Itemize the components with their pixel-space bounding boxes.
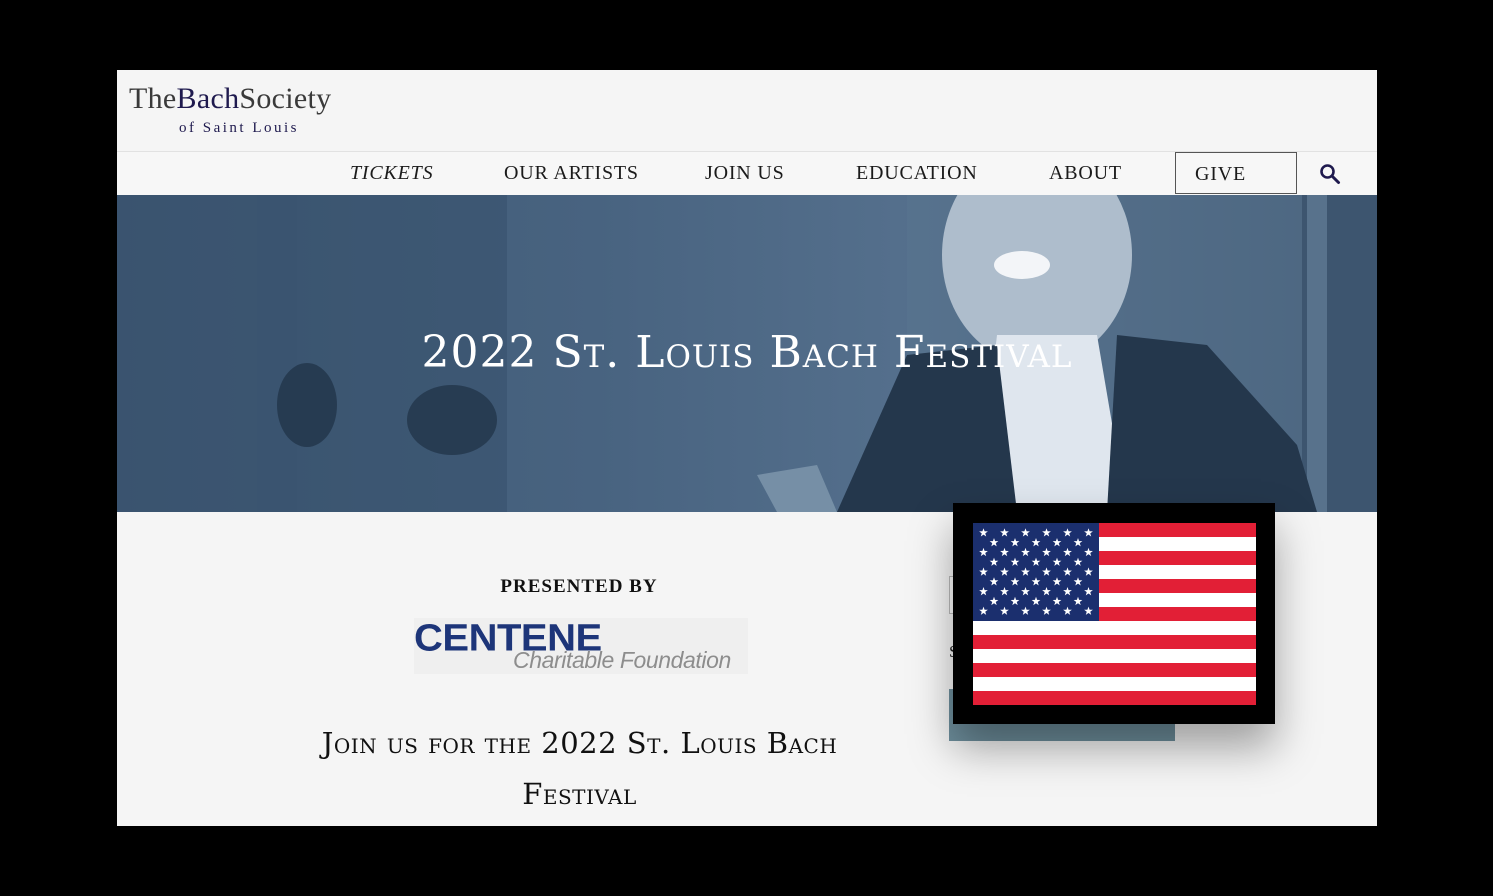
nav-item-our-artists[interactable]: OUR ARTISTS — [504, 152, 639, 195]
flag-overlay — [953, 503, 1275, 724]
main-navigation: TICKETS OUR ARTISTS JOIN US EDUCATION AB… — [117, 151, 1377, 196]
us-flag-icon — [973, 523, 1256, 705]
nav-item-about[interactable]: ABOUT — [1049, 152, 1122, 195]
flag-stripe — [973, 663, 1256, 677]
flag-stripe — [973, 635, 1256, 649]
hero-banner: 2022 St. Louis Bach Festival — [117, 195, 1377, 512]
logo-the: The — [129, 82, 177, 115]
nav-item-tickets[interactable]: TICKETS — [350, 152, 433, 195]
search-icon[interactable] — [1319, 163, 1341, 185]
logo-subtitle: of Saint Louis — [179, 120, 299, 136]
hero-title: 2022 St. Louis Bach Festival — [421, 327, 1073, 378]
festival-heading: Join us for the 2022 St. Louis Bach Fest… — [321, 726, 838, 811]
sponsor-tagline: Charitable Foundation — [513, 647, 731, 673]
logo-wordmark: TheBachSociety — [129, 84, 331, 114]
nav-item-education[interactable]: EDUCATION — [856, 152, 978, 195]
flag-stripe — [973, 691, 1256, 705]
nav-item-join-us[interactable]: JOIN US — [705, 152, 785, 195]
site-logo[interactable]: TheBachSociety of Saint Louis — [129, 84, 331, 137]
logo-bach: Bach — [176, 82, 240, 115]
logo-society: Society — [239, 82, 332, 115]
sponsor-logo[interactable]: CENTENE Charitable Foundation — [414, 618, 748, 674]
presented-by-label: PRESENTED BY — [500, 576, 658, 597]
give-button[interactable]: GIVE — [1175, 152, 1297, 194]
